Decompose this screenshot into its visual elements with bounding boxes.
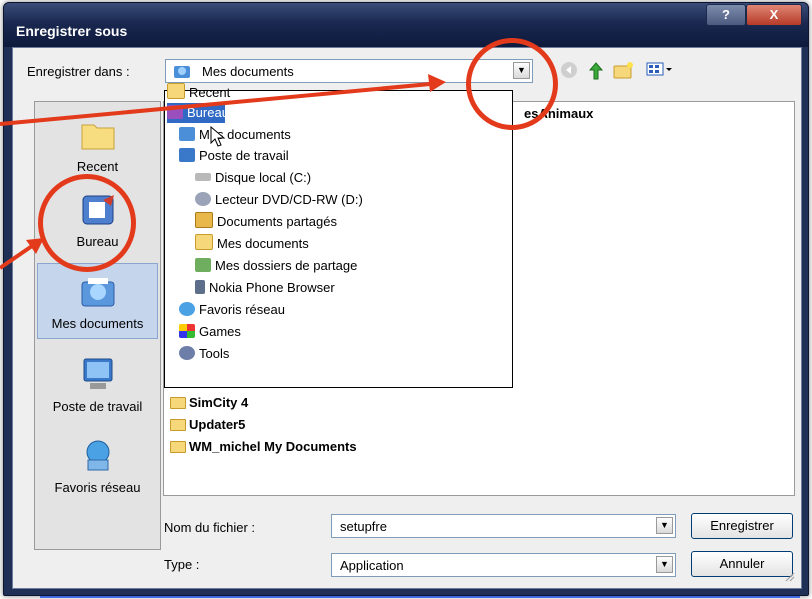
annotation-arrows — [0, 74, 446, 270]
decorative-line — [40, 596, 800, 598]
